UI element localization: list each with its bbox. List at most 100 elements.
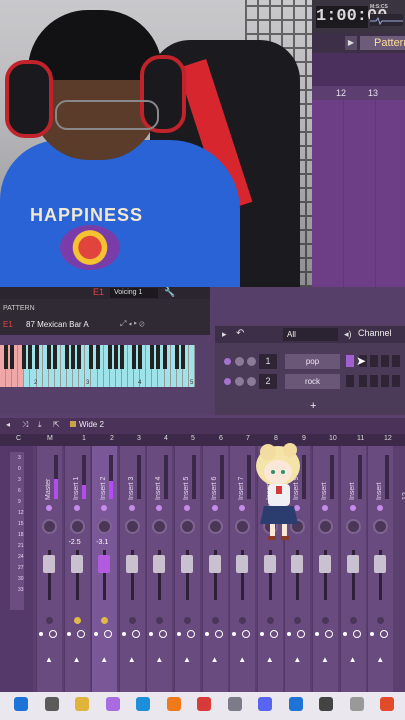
piano-black-key[interactable] (180, 345, 185, 369)
channel-pan-knob[interactable] (235, 377, 244, 386)
mixer-volume-fader[interactable] (125, 555, 138, 573)
mixer-latency-clock-icon[interactable] (214, 630, 223, 638)
windows-icon[interactable] (14, 697, 28, 711)
mixer-track-name[interactable]: Insert 11 (340, 474, 382, 500)
mixer-track-led[interactable] (128, 505, 135, 511)
mixer-track-name[interactable]: Insert 5 (174, 474, 200, 500)
pattern-nav-arrows[interactable]: ⤢ ◂ ▸ ⊘ (120, 319, 144, 329)
mixer-layout-preset[interactable]: Wide 2 (79, 420, 104, 429)
discord-icon[interactable] (258, 697, 272, 711)
mixer-send-arrow-icon[interactable]: ▲ (100, 655, 108, 664)
ea-icon[interactable] (380, 697, 394, 711)
mixer-pan-knob[interactable] (124, 519, 140, 534)
mixer-record-dot[interactable] (39, 632, 43, 636)
mixer-pan-knob[interactable] (69, 519, 85, 534)
mixer-track-name[interactable]: Insert 1 (64, 474, 90, 500)
pattern-arrow-button[interactable]: ▶ (345, 36, 357, 50)
mixer-volume-fader[interactable] (153, 555, 166, 573)
undo-icon[interactable]: ↶ (236, 328, 244, 339)
mixer-send-arrow-icon[interactable]: ▲ (183, 655, 191, 664)
step-button[interactable] (346, 355, 354, 367)
mixer-track-name[interactable]: Insert 6 (202, 474, 228, 500)
mixer-pan-knob[interactable] (345, 519, 361, 534)
mixer-track-name[interactable]: Insert 3 (119, 474, 145, 500)
notes-icon[interactable] (349, 697, 364, 711)
mixer-download-icon[interactable]: ⤓ (38, 420, 42, 430)
folder-icon[interactable] (75, 697, 89, 711)
playlist-grid[interactable] (312, 100, 405, 287)
mixer-volume-fader[interactable] (263, 555, 276, 573)
channel-volume-knob[interactable] (247, 377, 256, 386)
file-explorer-icon[interactable] (44, 697, 59, 711)
piano-black-key[interactable] (156, 345, 161, 369)
mixer-track-name[interactable]: Master (36, 474, 62, 500)
channel-name[interactable]: pop (285, 354, 340, 369)
mixer-latency-clock-icon[interactable] (352, 630, 361, 638)
channel-mute-led[interactable] (224, 378, 231, 385)
mixer-send-arrow-icon[interactable]: ▲ (293, 655, 301, 664)
mixer-latency-clock-icon[interactable] (325, 630, 333, 638)
mixer-route-button[interactable] (322, 617, 329, 624)
mixer-send-arrow-icon[interactable]: ▲ (155, 655, 163, 664)
channel-menu-arrow-icon[interactable]: ▸ (222, 329, 227, 340)
mixer-latency-clock-icon[interactable] (76, 630, 85, 638)
piano-keyboard[interactable]: 2 3 4 5 (0, 345, 195, 387)
mixer-track-led[interactable] (184, 505, 190, 511)
step-button[interactable] (392, 355, 400, 367)
mixer-route-button[interactable] (211, 617, 219, 624)
mixer-track-led[interactable] (349, 505, 356, 511)
channel-mixer-track[interactable]: 1 (259, 354, 277, 369)
piano-black-key[interactable] (46, 345, 51, 369)
pattern-selector[interactable]: Pattern (360, 36, 405, 50)
mixer-route-button[interactable] (73, 617, 81, 624)
mixer-track-name[interactable]: Insert 10 (312, 474, 354, 500)
mixer-menu-arrow-icon[interactable]: ◂ (6, 420, 10, 429)
mixer-record-dot[interactable] (177, 632, 181, 636)
piano-black-key[interactable] (150, 345, 155, 369)
mixer-send-arrow-icon[interactable]: ▲ (321, 655, 329, 664)
mixer-view-icon[interactable] (70, 421, 76, 427)
mixer-pan-knob[interactable] (42, 519, 57, 534)
channel-volume-knob[interactable] (247, 357, 256, 366)
piano-black-key[interactable] (52, 345, 57, 369)
channel-row[interactable]: 1 pop (219, 354, 405, 370)
mixer-track-led[interactable] (211, 505, 218, 511)
piano-black-key[interactable] (89, 345, 94, 369)
piano-black-key[interactable] (162, 345, 167, 369)
store-icon[interactable] (288, 697, 303, 711)
voicing-dropdown[interactable]: Voicing 1 (110, 288, 158, 298)
piano-black-key[interactable] (138, 345, 143, 369)
piano-black-key[interactable] (113, 345, 118, 369)
mixer-latency-clock-icon[interactable] (49, 630, 57, 638)
settings-icon[interactable] (227, 697, 242, 711)
mixer-send-arrow-icon[interactable]: ▲ (45, 655, 53, 664)
mixer-send-arrow-icon[interactable]: ▲ (73, 655, 81, 664)
mixer-record-dot[interactable] (315, 632, 319, 636)
piano-black-key[interactable] (4, 345, 9, 369)
pattern-name[interactable]: 87 Mexican Bar A (26, 320, 89, 329)
mixer-track-name[interactable]: Insert 2 (91, 474, 117, 500)
step-button[interactable] (370, 355, 378, 367)
piano-black-key[interactable] (119, 345, 124, 369)
mixer-volume-fader[interactable] (98, 555, 111, 573)
mixer-route-button[interactable] (349, 617, 357, 624)
mixer-send-arrow-icon[interactable]: ▲ (266, 655, 274, 664)
mixer-route-button[interactable] (184, 617, 191, 624)
edge-icon[interactable] (136, 697, 150, 711)
mixer-route-button[interactable] (46, 617, 53, 624)
mixer-record-dot[interactable] (342, 632, 347, 636)
mixer-record-dot[interactable] (259, 632, 264, 636)
mixer-export-icon[interactable]: ⇱ (53, 420, 60, 429)
song-time-display[interactable]: 1:00:00 (316, 6, 387, 28)
fl-studio-icon[interactable] (166, 697, 181, 711)
mixer-track-name[interactable]: Insert 4 (146, 474, 172, 500)
step-button[interactable] (346, 375, 354, 387)
mixer-volume-fader[interactable] (70, 555, 83, 573)
mixer-volume-fader[interactable] (291, 555, 304, 573)
mixer-latency-clock-icon[interactable] (187, 630, 195, 638)
piano-black-key[interactable] (22, 345, 27, 369)
mixer-latency-clock-icon[interactable] (131, 630, 140, 638)
mixer-track-led[interactable] (73, 505, 80, 511)
mixer-send-arrow-icon[interactable]: ▲ (376, 655, 384, 664)
copilot-icon[interactable] (105, 697, 120, 711)
